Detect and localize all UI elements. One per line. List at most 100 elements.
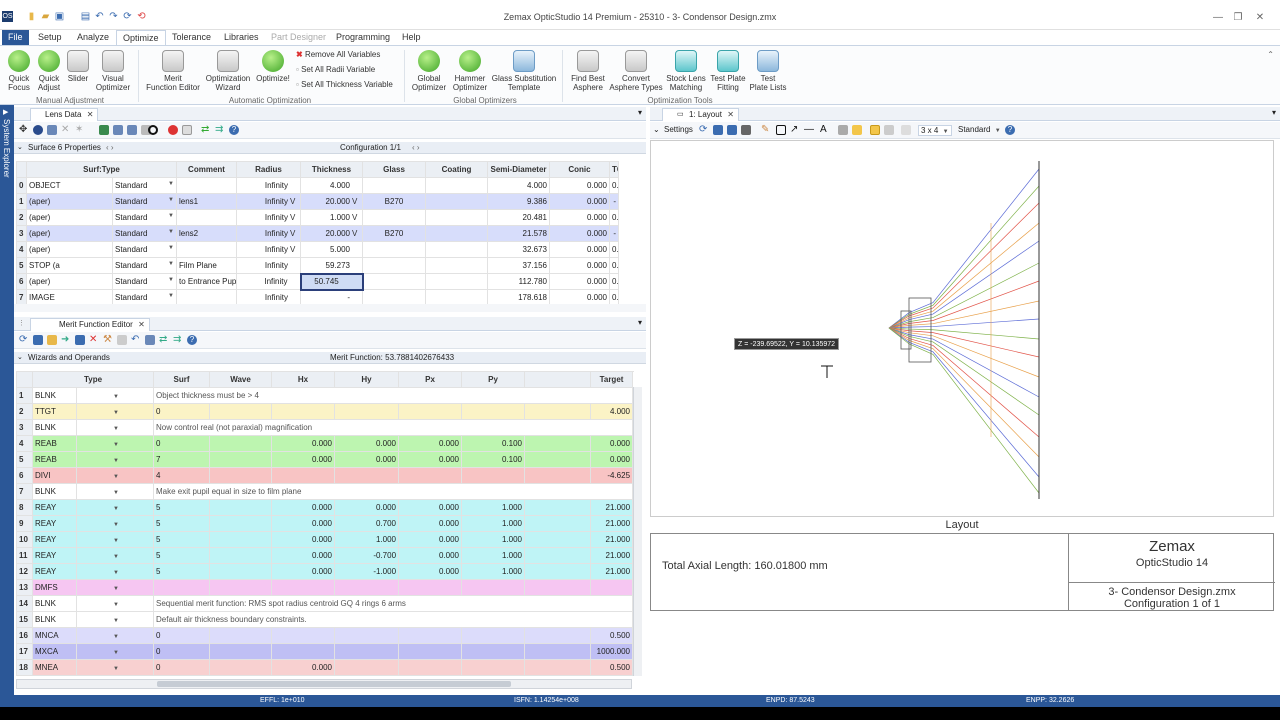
refresh-icon[interactable]: ⟳ xyxy=(19,335,29,345)
operand-cell[interactable] xyxy=(209,403,273,420)
surface-label[interactable]: OBJECT xyxy=(26,177,113,194)
operand-cell[interactable]: 1.000 xyxy=(461,515,526,532)
thickness-cell[interactable]: 1.000 V xyxy=(300,209,363,226)
lens-col-header[interactable]: Conic xyxy=(549,161,610,178)
surface-label[interactable]: (aper) xyxy=(26,209,113,226)
panel-menu-icon[interactable]: ▾ xyxy=(638,318,642,327)
operand-type[interactable]: DIVI xyxy=(32,467,77,484)
coating-cell[interactable] xyxy=(425,257,488,274)
operand-type-dropdown[interactable]: ▼ xyxy=(75,467,155,484)
operand-cell[interactable] xyxy=(461,643,526,660)
operand-type[interactable]: BLNK xyxy=(32,387,77,404)
tce-cell[interactable]: - xyxy=(609,193,619,210)
refresh-icon[interactable]: ⟳ xyxy=(699,125,709,135)
conic-cell[interactable]: 0.000 xyxy=(549,225,610,242)
rectangle-icon[interactable] xyxy=(776,125,786,135)
glass-cell[interactable] xyxy=(362,257,426,274)
operand-cell[interactable] xyxy=(524,643,592,660)
operand-type-dropdown[interactable]: ▼ xyxy=(75,595,155,612)
surface-label[interactable]: (aper) xyxy=(26,225,113,242)
operand-cell[interactable]: 0.000 xyxy=(398,547,463,564)
operand-type-dropdown[interactable]: ▼ xyxy=(75,659,155,676)
radius-cell[interactable]: Infinity V xyxy=(236,225,301,242)
operand-type[interactable]: BLNK xyxy=(32,595,77,612)
tab-layout[interactable]: ▭ 1: Layout ✕ xyxy=(662,108,739,121)
operand-target[interactable]: 21.000 xyxy=(590,563,634,580)
star-icon[interactable]: ✶ xyxy=(75,125,85,135)
variable-flag[interactable]: V xyxy=(290,213,298,222)
config-nav-arrows-icon[interactable]: ‹ › xyxy=(412,142,420,154)
tab-merit-function-editor[interactable]: Merit Function Editor ✕ xyxy=(30,318,150,331)
operand-cell[interactable] xyxy=(209,531,273,548)
operand-cell[interactable] xyxy=(524,579,592,596)
insert-icon[interactable]: ➜ xyxy=(61,335,71,345)
panel-menu-icon[interactable]: ▾ xyxy=(638,108,642,117)
operand-cell[interactable] xyxy=(461,467,526,484)
tce-cell[interactable]: 0.000 xyxy=(609,273,619,290)
help-icon[interactable]: ? xyxy=(1005,125,1015,135)
operand-type-dropdown[interactable]: ▼ xyxy=(75,451,155,468)
operand-type[interactable]: BLNK xyxy=(32,419,77,436)
comment-cell[interactable] xyxy=(176,177,237,194)
collapse-chevron-icon[interactable]: ⌄ xyxy=(17,142,23,154)
coating-cell[interactable] xyxy=(425,209,488,226)
merit-col-header[interactable]: Hy xyxy=(334,371,400,388)
operand-target[interactable]: 21.000 xyxy=(590,499,634,516)
operand-cell[interactable]: 5 xyxy=(153,563,211,580)
semi-diameter-cell[interactable]: 37.156 xyxy=(487,257,550,274)
cycle-icon[interactable]: ⇄ xyxy=(201,125,211,135)
thickness-cell[interactable]: 4.000 xyxy=(300,177,363,194)
operand-cell[interactable]: 0.000 xyxy=(271,435,336,452)
test-plate-lists-button[interactable]: Test Plate Lists xyxy=(748,50,788,92)
close-tab-icon[interactable]: ✕ xyxy=(727,109,734,121)
operand-cell[interactable]: 0.000 xyxy=(334,435,400,452)
operand-type-dropdown[interactable]: ▼ xyxy=(75,419,155,436)
optimize-button[interactable]: Optimize! xyxy=(254,50,292,83)
operand-cell[interactable] xyxy=(461,627,526,644)
merit-horizontal-scrollbar[interactable] xyxy=(16,679,632,689)
variable-flag[interactable]: V xyxy=(352,213,360,222)
operand-cell[interactable] xyxy=(461,403,526,420)
surface-type-cell[interactable]: Standard ▼ xyxy=(112,225,177,242)
settings-button[interactable]: Settings xyxy=(664,125,693,134)
layout-plot-canvas[interactable] xyxy=(650,140,1274,517)
variable-flag[interactable]: V xyxy=(290,245,298,254)
operand-cell[interactable]: 1.000 xyxy=(461,547,526,564)
menu-optimize[interactable]: Optimize xyxy=(116,30,166,46)
coating-cell[interactable] xyxy=(425,193,488,210)
hammer-optimizer-button[interactable]: Hammer Optimizer xyxy=(450,50,490,92)
operand-type-dropdown[interactable]: ▼ xyxy=(75,387,155,404)
operand-cell[interactable] xyxy=(398,659,463,676)
optimization-wizard-button[interactable]: Optimization Wizard xyxy=(202,50,254,92)
operand-type[interactable]: MNCA xyxy=(32,627,77,644)
menu-tolerance[interactable]: Tolerance xyxy=(166,30,217,45)
surface-label[interactable]: (aper) xyxy=(26,273,113,290)
operand-cell[interactable] xyxy=(209,579,273,596)
system-explorer-sidebar[interactable]: ▶ System Explorer xyxy=(0,105,14,695)
operand-cell[interactable]: -1.000 xyxy=(334,563,400,580)
operand-type-dropdown[interactable]: ▼ xyxy=(75,435,155,452)
operand-type-dropdown[interactable]: ▼ xyxy=(75,403,155,420)
glass-cell[interactable]: B270 xyxy=(362,193,426,210)
close-tab-icon[interactable]: ✕ xyxy=(138,319,145,331)
comment-cell[interactable]: lens1 xyxy=(176,193,237,210)
surface-label[interactable]: STOP (a xyxy=(26,257,113,274)
operand-cell[interactable]: 0 xyxy=(153,403,211,420)
operand-cell[interactable] xyxy=(524,403,592,420)
tce-cell[interactable]: 0.000 xyxy=(609,177,619,194)
panel-menu-icon[interactable]: ▾ xyxy=(1272,108,1276,117)
operand-cell[interactable] xyxy=(398,403,463,420)
operand-cell[interactable] xyxy=(209,467,273,484)
move-icon[interactable]: ✥ xyxy=(19,125,29,135)
glass-cell[interactable] xyxy=(362,177,426,194)
print-icon[interactable] xyxy=(741,125,751,135)
semi-diameter-cell[interactable]: 112.780 xyxy=(487,273,550,290)
visual-optimizer-button[interactable]: Visual Optimizer xyxy=(92,50,134,92)
operand-cell[interactable] xyxy=(209,435,273,452)
comment-cell[interactable] xyxy=(176,241,237,258)
variable-flag[interactable]: V xyxy=(352,229,360,238)
expand-arrow-icon[interactable]: ▶ xyxy=(3,108,8,116)
wand-icon[interactable]: ⚒ xyxy=(103,335,113,345)
lens-col-header[interactable]: Radius xyxy=(236,161,301,178)
merit-col-header[interactable] xyxy=(524,371,592,388)
